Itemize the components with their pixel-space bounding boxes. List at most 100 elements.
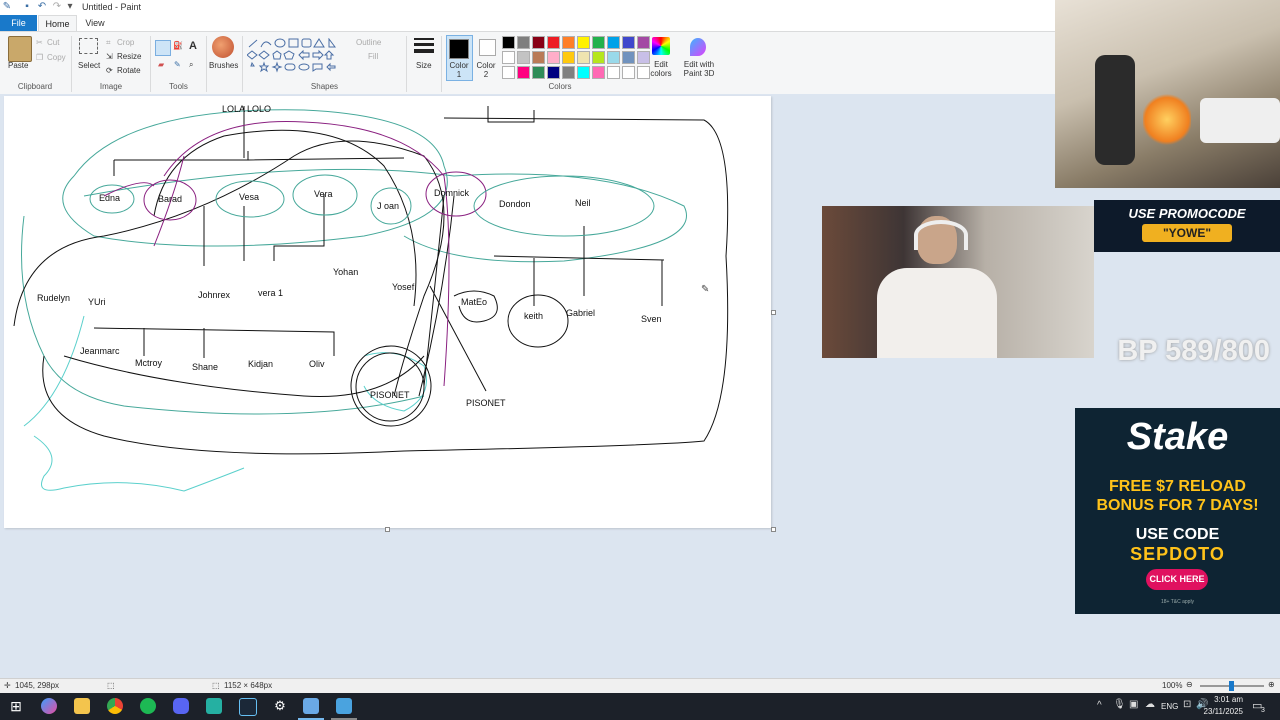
edit-colors-icon[interactable] (652, 37, 670, 55)
clock-date[interactable]: 23/11/2025 (1193, 707, 1243, 716)
palette-color-swatch[interactable] (592, 51, 605, 64)
tray-overflow-icon[interactable]: ^ (1097, 700, 1102, 711)
palette-color-swatch[interactable] (577, 36, 590, 49)
size-button[interactable]: Size (416, 61, 432, 70)
fill-dropdown[interactable]: Fill (368, 52, 378, 61)
ribbon-separator (206, 36, 207, 92)
customize-quick-access-icon[interactable]: ▾ (65, 1, 75, 12)
canvas-text: PISONET (370, 390, 410, 400)
select-button[interactable]: Select (78, 61, 100, 70)
spotify-icon[interactable] (140, 698, 156, 714)
resize-handle[interactable] (771, 527, 776, 532)
palette-color-swatch[interactable] (517, 66, 530, 79)
resize-handle[interactable] (385, 527, 390, 532)
drawing-canvas[interactable]: LOLA LOLO Edna Barad Vesa Vera J oan Dom… (4, 96, 771, 528)
paste-icon[interactable] (8, 36, 32, 62)
color2-swatch[interactable] (479, 39, 496, 56)
paint-taskbar-icon[interactable] (303, 698, 319, 714)
palette-color-swatch[interactable] (562, 66, 575, 79)
zoom-out-icon[interactable]: ⊖ (1186, 680, 1193, 689)
palette-color-swatch[interactable] (532, 51, 545, 64)
selection-size-icon: ⬚ (107, 681, 115, 690)
palette-color-swatch[interactable] (517, 36, 530, 49)
resize-handle[interactable] (771, 310, 776, 315)
canvas-text: Yosef (392, 282, 415, 292)
paint3d-icon[interactable] (690, 38, 706, 56)
mic-icon[interactable]: 🎙 (1113, 699, 1126, 710)
palette-color-swatch[interactable] (622, 36, 635, 49)
rotate-button[interactable]: Rotate (117, 66, 141, 75)
palette-color-swatch[interactable] (607, 51, 620, 64)
file-explorer-icon[interactable] (74, 698, 90, 714)
palette-color-swatch[interactable] (547, 36, 560, 49)
redo-icon[interactable]: ↷ (52, 1, 62, 12)
palette-color-swatch[interactable] (592, 36, 605, 49)
save-icon[interactable]: ▪ (22, 1, 32, 12)
palette-color-swatch[interactable] (592, 66, 605, 79)
palette-color-swatch[interactable] (622, 66, 635, 79)
palette-color-swatch[interactable] (547, 66, 560, 79)
palette-color-swatch[interactable] (532, 36, 545, 49)
palette-color-swatch[interactable] (547, 51, 560, 64)
discord-icon[interactable] (173, 698, 189, 714)
palette-color-swatch[interactable] (622, 51, 635, 64)
palette-color-swatch[interactable] (517, 51, 530, 64)
canvas-text: LOLA LOLO (222, 104, 272, 114)
zoom-slider-thumb[interactable] (1229, 681, 1234, 691)
magnifier-icon[interactable]: ⌕ (189, 60, 193, 70)
text-tool-icon[interactable]: A (189, 40, 197, 52)
undo-icon[interactable]: ↶ (37, 1, 47, 12)
cut-button[interactable]: Cut (47, 38, 59, 47)
palette-color-swatch[interactable] (502, 36, 515, 49)
crop-icon[interactable]: ⌗ (106, 38, 111, 48)
language-indicator[interactable]: ENG (1161, 702, 1178, 711)
fill-bucket-icon[interactable]: ⛽ (173, 41, 183, 50)
copy-button[interactable]: Copy (47, 53, 66, 62)
shapes-gallery[interactable] (247, 38, 343, 78)
onedrive-icon[interactable]: ☁ (1145, 699, 1155, 710)
edit-colors-button[interactable]: Edit colors (648, 60, 674, 78)
start-windows-icon[interactable]: ⊞ (8, 698, 24, 714)
tray-app-icon[interactable]: ▣ (1129, 699, 1138, 710)
crop-button[interactable]: Crop (117, 38, 134, 47)
settings-gear-icon[interactable]: ⚙ (272, 698, 288, 714)
paste-button[interactable]: Paste (8, 61, 28, 70)
sofa-shape (1200, 98, 1280, 143)
edit-with-paint3d-button[interactable]: Edit with Paint 3D (682, 60, 716, 78)
palette-color-swatch[interactable] (562, 51, 575, 64)
palette-color-swatch[interactable] (577, 66, 590, 79)
steam-icon[interactable] (239, 698, 257, 716)
palette-color-swatch[interactable] (637, 36, 650, 49)
clock-time[interactable]: 3:01 am (1203, 695, 1243, 704)
resize-icon[interactable]: ⇲ (106, 52, 113, 61)
copilot-icon[interactable] (41, 698, 57, 714)
chrome-icon[interactable] (107, 698, 123, 714)
notepad-taskbar-icon[interactable] (336, 698, 352, 714)
cut-icon[interactable]: ✂ (36, 38, 43, 47)
tab-view[interactable]: View (80, 15, 110, 31)
zoom-in-icon[interactable]: ⊕ (1268, 680, 1275, 689)
brushes-button[interactable]: Brushes (209, 61, 238, 70)
palette-color-swatch[interactable] (562, 36, 575, 49)
palette-color-swatch[interactable] (532, 66, 545, 79)
network-icon[interactable]: ⊡ (1183, 699, 1191, 710)
tab-file[interactable]: File (0, 15, 37, 31)
app-icon[interactable] (206, 698, 222, 714)
palette-color-swatch[interactable] (502, 51, 515, 64)
palette-color-swatch[interactable] (607, 66, 620, 79)
resize-button[interactable]: Resize (117, 52, 141, 61)
eraser-icon[interactable]: ▰ (158, 60, 164, 69)
palette-color-swatch[interactable] (607, 36, 620, 49)
copy-icon[interactable]: ❐ (36, 53, 43, 62)
stake-line2: BONUS FOR 7 DAYS! (1096, 497, 1259, 514)
brushes-icon[interactable] (212, 36, 234, 58)
outline-dropdown[interactable]: Outline (356, 38, 381, 47)
select-icon[interactable] (79, 38, 98, 54)
palette-color-swatch[interactable] (502, 66, 515, 79)
palette-color-swatch[interactable] (577, 51, 590, 64)
color-picker-icon[interactable]: ✎ (174, 60, 181, 69)
rotate-icon[interactable]: ⟳ (106, 66, 113, 75)
pencil-icon[interactable] (155, 40, 171, 56)
tab-home[interactable]: Home (38, 15, 77, 31)
size-icon[interactable] (414, 38, 434, 40)
